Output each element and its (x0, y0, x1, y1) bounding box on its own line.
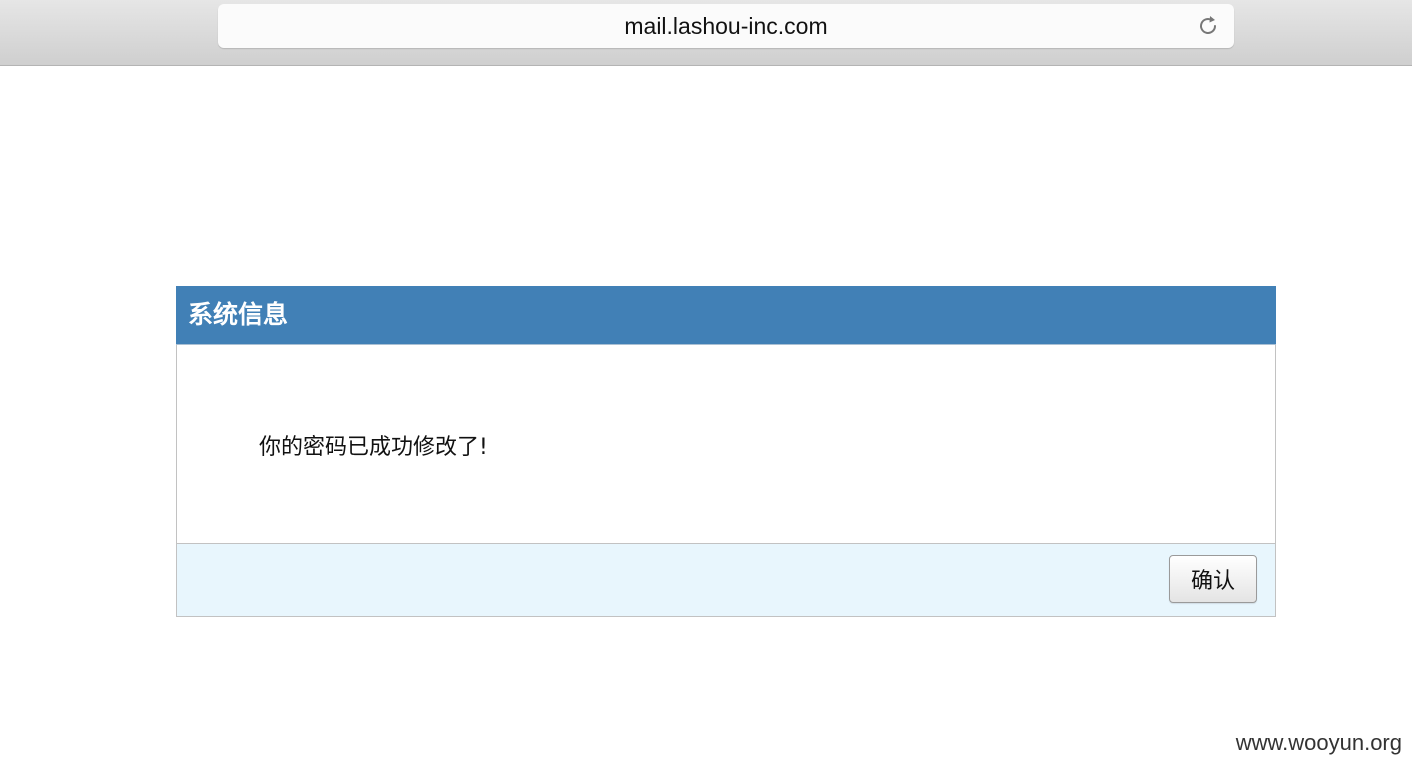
system-info-dialog: 系统信息 你的密码已成功修改了! 确认 (176, 286, 1276, 618)
dialog-title: 系统信息 (188, 300, 289, 329)
address-bar[interactable]: mail.lashou-inc.com (218, 4, 1234, 48)
dialog-header: 系统信息 (176, 286, 1276, 345)
confirm-button[interactable]: 确认 (1169, 555, 1257, 603)
dialog-body: 你的密码已成功修改了! (176, 345, 1276, 544)
dialog-footer: 确认 (176, 544, 1276, 617)
browser-toolbar: mail.lashou-inc.com (0, 0, 1412, 66)
dialog-message: 你的密码已成功修改了! (259, 435, 488, 460)
watermark: www.wooyun.org (1235, 730, 1402, 755)
url-text[interactable]: mail.lashou-inc.com (218, 4, 1234, 48)
reload-icon[interactable] (1196, 14, 1220, 38)
